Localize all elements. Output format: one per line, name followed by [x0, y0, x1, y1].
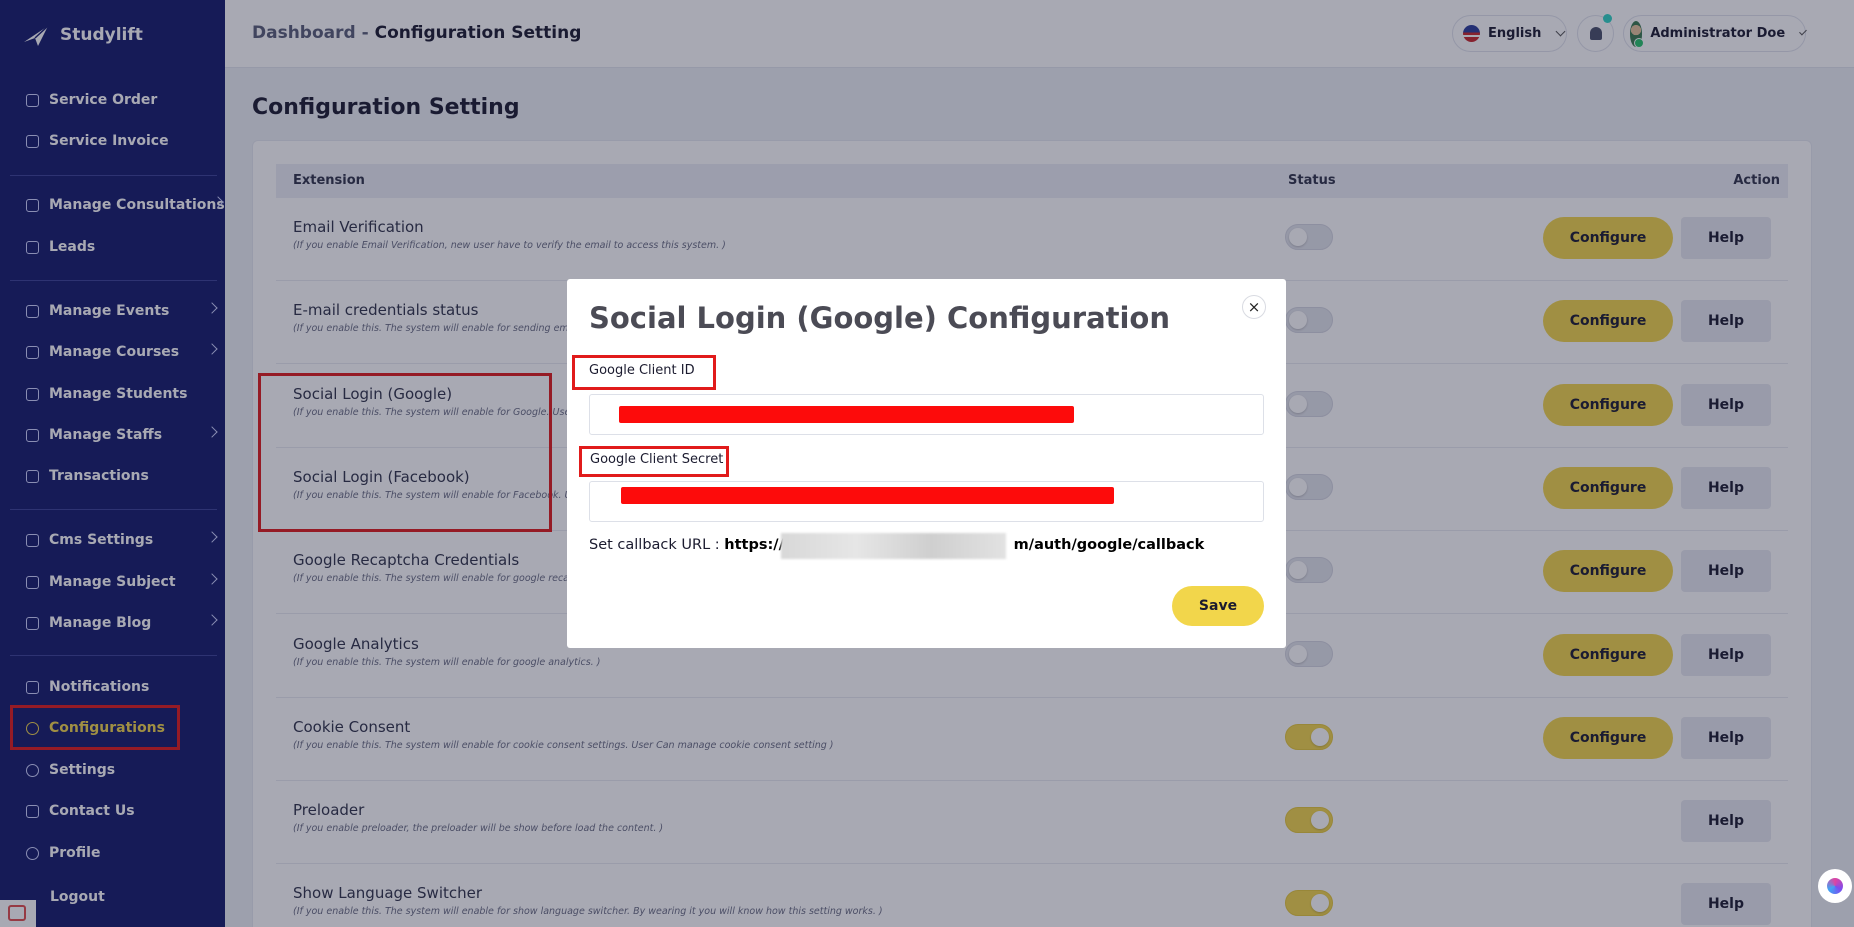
client-secret-input[interactable] — [589, 481, 1264, 522]
assistant-fab-icon[interactable] — [1818, 869, 1852, 903]
callback-url-start: https://: — [724, 537, 790, 553]
redaction-bar — [621, 487, 1114, 504]
close-icon[interactable]: × — [1242, 295, 1266, 319]
google-config-modal: Social Login (Google) Configuration × Go… — [567, 279, 1286, 648]
client-id-label: Google Client ID — [572, 355, 716, 390]
client-id-input[interactable] — [589, 394, 1264, 435]
callback-url: https://: m/auth/google/callback — [724, 533, 1205, 559]
redaction-bar — [619, 406, 1074, 423]
blur-redaction — [781, 533, 1007, 559]
save-button[interactable]: Save — [1172, 586, 1264, 626]
callback-prefix: Set callback URL : — [589, 537, 720, 553]
callback-url-text: Set callback URL : https://: m/auth/googl… — [589, 533, 1205, 559]
client-secret-label: Google Client Secret — [579, 446, 729, 477]
modal-title: Social Login (Google) Configuration — [589, 301, 1171, 335]
callback-url-end: m/auth/google/callback — [1013, 537, 1205, 553]
